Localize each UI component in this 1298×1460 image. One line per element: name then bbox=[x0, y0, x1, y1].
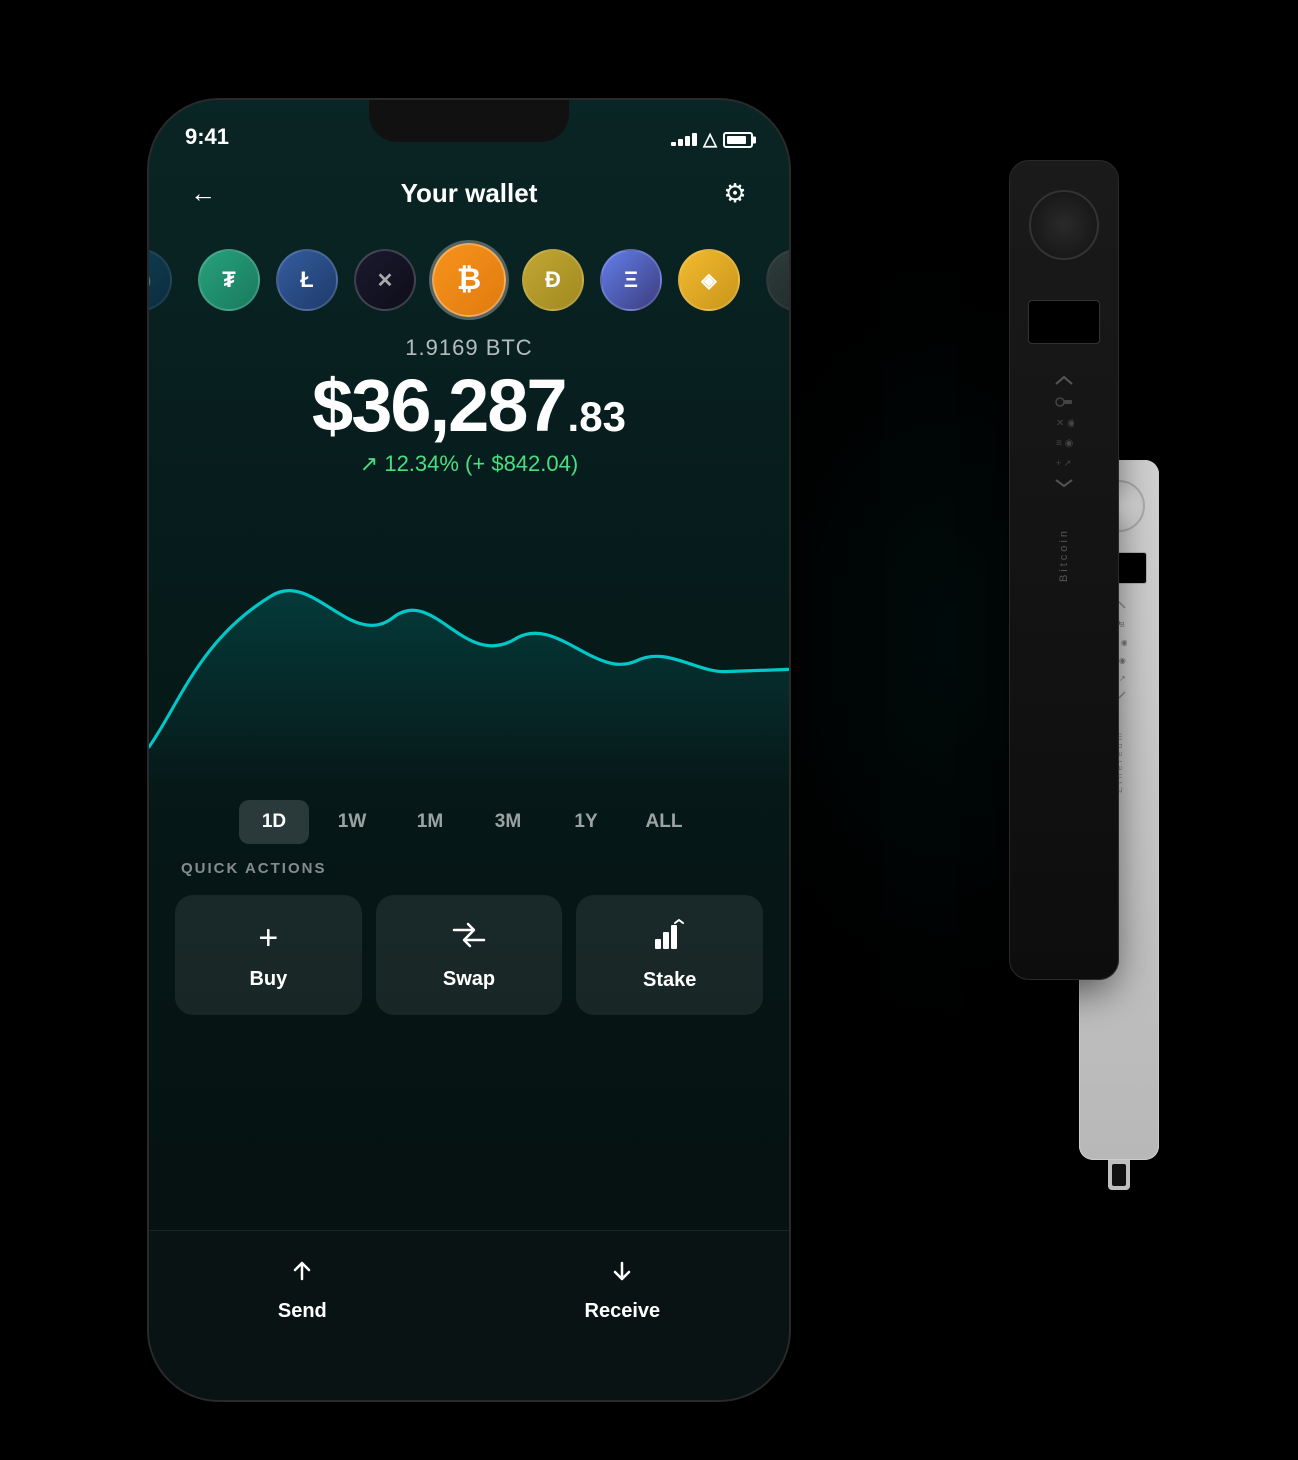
time-filter-3m[interactable]: 3M bbox=[473, 800, 543, 844]
swap-icon bbox=[452, 920, 486, 958]
nano-s-usb bbox=[1108, 1160, 1130, 1190]
price-section: 1.9169 BTC $36,287 .83 ↗ 12.34% (+ $842.… bbox=[149, 335, 789, 477]
coin-binance[interactable]: ◈ bbox=[678, 249, 740, 311]
coin-bitcoin-active[interactable]: ₿ bbox=[432, 243, 506, 317]
status-time: 9:41 bbox=[185, 124, 229, 150]
signal-icon bbox=[671, 133, 697, 146]
time-filter-1y[interactable]: 1Y bbox=[551, 800, 621, 844]
coin-litecoin[interactable]: Ł bbox=[276, 249, 338, 311]
swap-button[interactable]: Swap bbox=[376, 895, 563, 1015]
buy-button[interactable]: + Buy bbox=[175, 895, 362, 1015]
buy-icon: + bbox=[258, 919, 278, 958]
time-filter-1w[interactable]: 1W bbox=[317, 800, 387, 844]
quick-actions-section: QUICK ACTIONS + Buy bbox=[149, 860, 789, 1015]
svg-text:+ ↗: + ↗ bbox=[1056, 458, 1071, 468]
send-action[interactable]: Send bbox=[278, 1257, 327, 1323]
receive-icon bbox=[608, 1257, 636, 1292]
bottom-bar: Send Receive bbox=[149, 1230, 789, 1400]
price-chart bbox=[149, 510, 789, 790]
coin-ethereum[interactable]: Ξ bbox=[600, 249, 662, 311]
coin-dogecoin[interactable]: Ð bbox=[522, 249, 584, 311]
quick-actions-label: QUICK ACTIONS bbox=[175, 860, 763, 877]
status-bar: 9:41 △ bbox=[149, 100, 789, 158]
svg-text:≡ ◉: ≡ ◉ bbox=[1056, 438, 1074, 448]
buy-label: Buy bbox=[249, 968, 287, 991]
back-button[interactable]: ← bbox=[185, 175, 221, 211]
time-filters: 1D 1W 1M 3M 1Y ALL bbox=[149, 800, 789, 844]
ledger-nano-x: ✕ ◉ ≡ ◉ + ↗ Bitcoin bbox=[1009, 160, 1119, 980]
stake-label: Stake bbox=[643, 969, 696, 992]
settings-button[interactable]: ⚙ bbox=[717, 175, 753, 211]
nano-x-button bbox=[1029, 190, 1099, 260]
coin-ripple[interactable]: ✕ bbox=[354, 249, 416, 311]
price-main: $36,287 .83 bbox=[312, 369, 626, 443]
price-dollars: $36,287 bbox=[312, 369, 566, 443]
battery-icon bbox=[723, 132, 753, 148]
svg-text:✕ ◉: ✕ ◉ bbox=[1056, 418, 1074, 428]
stake-icon bbox=[653, 919, 687, 959]
coin-unknown[interactable]: ◯ bbox=[149, 249, 172, 311]
phone: 9:41 △ ← bbox=[149, 100, 789, 1400]
scene: ✕ ◉ ≡ ◉ + ↗ Bitcoin B ✕ ◉ ≡ ◉ + ↗ Ethere… bbox=[99, 40, 1199, 1420]
svg-text:B: B bbox=[1120, 622, 1125, 628]
receive-label: Receive bbox=[585, 1300, 661, 1323]
nano-x-controls: ✕ ◉ ≡ ◉ + ↗ bbox=[1054, 374, 1074, 488]
time-filter-1m[interactable]: 1M bbox=[395, 800, 465, 844]
send-icon bbox=[288, 1257, 316, 1292]
wallet-title: Your wallet bbox=[401, 178, 538, 209]
header: ← Your wallet ⚙ bbox=[149, 158, 789, 228]
btc-amount: 1.9169 BTC bbox=[405, 335, 532, 361]
price-cents: .83 bbox=[568, 393, 626, 441]
receive-action[interactable]: Receive bbox=[585, 1257, 661, 1323]
coin-algo[interactable]: A bbox=[766, 249, 789, 311]
quick-actions-row: + Buy Swap bbox=[175, 895, 763, 1015]
coin-tether[interactable]: ₮ bbox=[198, 249, 260, 311]
stake-button[interactable]: Stake bbox=[576, 895, 763, 1015]
wifi-icon: △ bbox=[703, 129, 717, 150]
time-filter-all[interactable]: ALL bbox=[629, 800, 699, 844]
nano-x-label: Bitcoin bbox=[1058, 528, 1070, 582]
coin-row: ◯ ₮ Ł ✕ ₿ Ð Ξ bbox=[149, 240, 789, 320]
price-change: ↗ 12.34% (+ $842.04) bbox=[360, 451, 578, 477]
send-label: Send bbox=[278, 1300, 327, 1323]
nano-x-screen bbox=[1028, 300, 1100, 344]
phone-screen: 9:41 △ ← bbox=[149, 100, 789, 1400]
swap-label: Swap bbox=[443, 968, 495, 991]
time-filter-1d[interactable]: 1D bbox=[239, 800, 309, 844]
status-icons: △ bbox=[671, 129, 753, 150]
